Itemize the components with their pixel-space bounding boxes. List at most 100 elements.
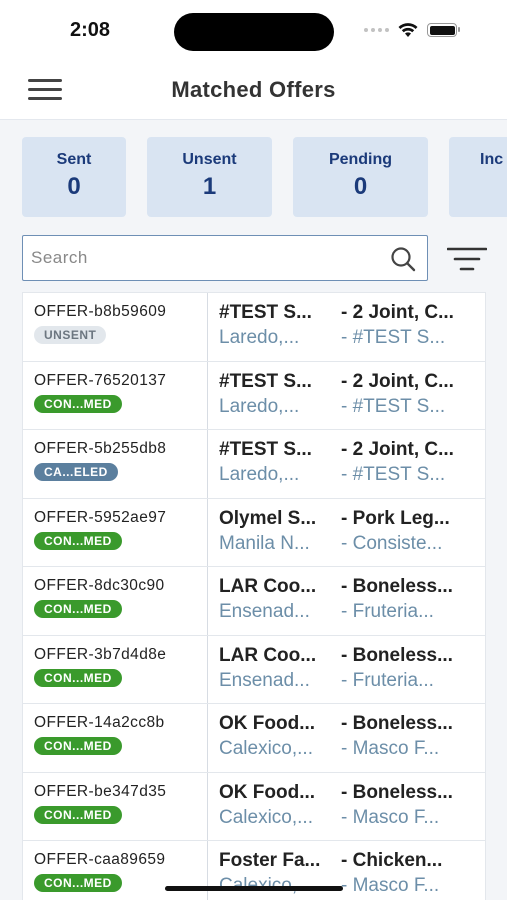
offer-id: OFFER-8dc30c90	[34, 577, 165, 594]
status-bar: 2:08	[0, 0, 507, 62]
offer-info-cell: OK Food... - Boneless... Calexico,... - …	[208, 704, 485, 772]
nav-bar: Matched Offers	[0, 62, 507, 120]
search-icon[interactable]	[389, 245, 417, 273]
supplier-text: OK Food...	[219, 781, 316, 803]
dynamic-island	[174, 13, 334, 51]
supplier-text: OK Food...	[219, 713, 316, 734]
search-input[interactable]	[31, 244, 381, 272]
offer-info-cell: LAR Coo... - Boneless... Ensenad... - Fr…	[208, 636, 485, 704]
offer-info-top: #TEST S... - 2 Joint, C...	[219, 371, 485, 393]
product-text: - Boneless...	[341, 576, 453, 597]
location-text: Laredo,...	[219, 464, 300, 485]
stat-label: Sent	[56, 151, 92, 168]
product-text: - Boneless...	[341, 781, 453, 803]
offer-info-bottom: Laredo,... - #TEST S...	[219, 464, 485, 486]
offer-id-cell: OFFER-14a2cc8b CON...MED	[23, 704, 208, 772]
supplier-text: LAR Coo...	[219, 644, 317, 666]
product-text: - Boneless...	[341, 713, 453, 734]
offer-info-bottom: Laredo,... - #TEST S...	[219, 327, 485, 349]
buyer-text: - Fruteria...	[341, 601, 434, 622]
page-title: Matched Offers	[171, 77, 336, 102]
supplier-text: LAR Coo...	[219, 576, 317, 597]
offer-row[interactable]: OFFER-5952ae97 CON...MED Olymel S... - P…	[22, 497, 486, 567]
offer-info-top: #TEST S... - 2 Joint, C...	[219, 302, 485, 324]
offer-info-top: #TEST S... - 2 Joint, C...	[219, 439, 485, 461]
offer-row[interactable]: OFFER-3b7d4d8e CON...MED LAR Coo... - Bo…	[22, 634, 486, 704]
main-content: Sent 0 Unsent 1 Pending 0 Inc OFFER-b8b5	[0, 120, 507, 900]
offer-row[interactable]: OFFER-14a2cc8b CON...MED OK Food... - Bo…	[22, 703, 486, 772]
buyer-text: - Consiste...	[341, 532, 443, 554]
offer-info-bottom: Laredo,... - #TEST S...	[219, 396, 485, 418]
stat-card-incomplete[interactable]: Inc	[449, 137, 507, 217]
supplier-text: #TEST S...	[219, 370, 312, 392]
stat-label: Inc	[480, 151, 504, 168]
status-badge: CA...ELED	[34, 463, 118, 481]
search-box	[22, 235, 428, 281]
home-indicator	[165, 886, 343, 891]
offer-info-cell: Foster Fa... - Chicken... Calexico,... -…	[208, 841, 485, 900]
offer-row[interactable]: OFFER-caa89659 CON...MED Foster Fa... - …	[22, 840, 486, 900]
location-text: Calexico,...	[219, 738, 313, 759]
offer-info-bottom: Ensenad... - Fruteria...	[219, 670, 485, 692]
offer-row[interactable]: OFFER-b8b59609 UNSENT #TEST S... - 2 Joi…	[22, 292, 486, 361]
stat-label: Unsent	[182, 151, 237, 168]
offer-info-cell: Olymel S... - Pork Leg... Manila N... - …	[208, 499, 485, 567]
offer-row[interactable]: OFFER-5b255db8 CA...ELED #TEST S... - 2 …	[22, 429, 486, 498]
stat-card-unsent[interactable]: Unsent 1	[147, 137, 272, 217]
supplier-text: Olymel S...	[219, 507, 317, 529]
offer-info-cell: OK Food... - Boneless... Calexico,... - …	[208, 773, 485, 841]
product-text: - Boneless...	[341, 644, 453, 666]
offer-id-cell: OFFER-3b7d4d8e CON...MED	[23, 635, 208, 703]
stat-value: 0	[353, 173, 368, 200]
wifi-icon	[398, 23, 418, 37]
buyer-text: - #TEST S...	[341, 395, 446, 417]
offer-id: OFFER-b8b59609	[34, 303, 167, 320]
filter-icon[interactable]	[447, 246, 487, 272]
supplier-text: #TEST S...	[219, 302, 312, 323]
offer-info-cell: #TEST S... - 2 Joint, C... Laredo,... - …	[208, 293, 485, 361]
buyer-text: - #TEST S...	[341, 327, 446, 348]
stat-card-sent[interactable]: Sent 0	[22, 137, 126, 217]
status-time: 2:08	[70, 19, 111, 41]
offer-info-top: LAR Coo... - Boneless...	[219, 576, 485, 598]
offer-row[interactable]: OFFER-76520137 CON...MED #TEST S... - 2 …	[22, 360, 486, 429]
buyer-text: - Masco F...	[341, 875, 440, 896]
offer-id: OFFER-76520137	[34, 371, 167, 389]
status-badge: CON...MED	[34, 394, 122, 413]
offer-info-top: Olymel S... - Pork Leg...	[219, 508, 485, 530]
offer-id-cell: OFFER-76520137 CON...MED	[23, 361, 208, 429]
offer-info-top: OK Food... - Boneless...	[219, 713, 485, 735]
offer-row[interactable]: OFFER-8dc30c90 CON...MED LAR Coo... - Bo…	[22, 566, 486, 635]
offer-list: OFFER-b8b59609 UNSENT #TEST S... - 2 Joi…	[22, 292, 486, 900]
buyer-text: - Masco F...	[341, 806, 440, 828]
offer-id-cell: OFFER-8dc30c90 CON...MED	[23, 567, 208, 635]
supplier-text: #TEST S...	[219, 439, 312, 460]
offer-info-top: OK Food... - Boneless...	[219, 782, 485, 804]
offer-info-bottom: Calexico,... - Masco F...	[219, 807, 485, 829]
stat-card-pending[interactable]: Pending 0	[293, 137, 428, 217]
battery-icon	[427, 23, 460, 37]
offer-id: OFFER-5b255db8	[34, 440, 167, 457]
buyer-text: - Masco F...	[341, 738, 440, 759]
status-badge: CON...MED	[34, 600, 122, 618]
offer-id: OFFER-caa89659	[34, 851, 166, 868]
product-text: - Pork Leg...	[341, 507, 450, 529]
buyer-text: - #TEST S...	[341, 464, 446, 485]
supplier-text: Foster Fa...	[219, 850, 321, 871]
status-badge: CON...MED	[34, 531, 122, 550]
location-text: Laredo,...	[219, 395, 300, 417]
offer-id-cell: OFFER-5b255db8 CA...ELED	[23, 430, 208, 498]
offer-info-bottom: Calexico,... - Masco F...	[219, 738, 485, 760]
offer-row[interactable]: OFFER-be347d35 CON...MED OK Food... - Bo…	[22, 771, 486, 841]
location-text: Ensenad...	[219, 669, 310, 691]
product-text: - 2 Joint, C...	[341, 302, 454, 323]
offer-info-cell: #TEST S... - 2 Joint, C... Laredo,... - …	[208, 430, 485, 498]
location-text: Laredo,...	[219, 327, 300, 348]
location-text: Manila N...	[219, 532, 310, 554]
status-badge: CON...MED	[34, 668, 122, 687]
product-text: - 2 Joint, C...	[341, 370, 454, 392]
stat-value: 0	[67, 173, 81, 200]
product-text: - 2 Joint, C...	[341, 439, 454, 460]
offer-info-cell: LAR Coo... - Boneless... Ensenad... - Fr…	[208, 567, 485, 635]
offer-id: OFFER-be347d35	[34, 782, 167, 800]
